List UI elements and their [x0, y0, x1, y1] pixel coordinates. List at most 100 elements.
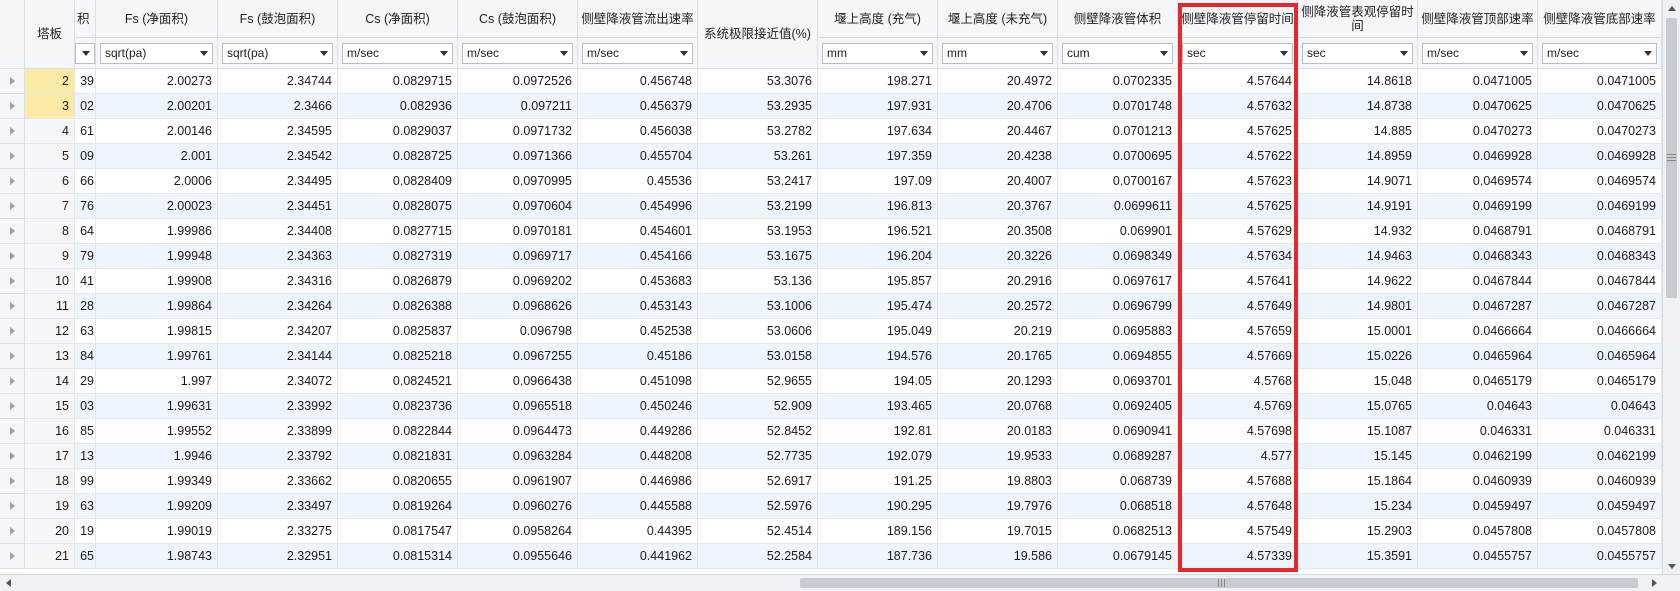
table-cell-c1[interactable]: 1.99986 [96, 219, 218, 244]
scroll-left-icon[interactable] [0, 575, 16, 591]
table-cell-c3[interactable]: 0.0828075 [338, 194, 458, 219]
tray-number-cell[interactable]: 18 [25, 469, 75, 494]
table-cell-c12[interactable]: 0.0470625 [1418, 94, 1538, 119]
unit-dropdown[interactable]: m/sec [1422, 42, 1533, 64]
scroll-up-icon[interactable] [1663, 0, 1680, 16]
column-header-c6[interactable]: 系统极限接近值(%) [698, 0, 818, 69]
table-cell-c1[interactable]: 1.99815 [96, 319, 218, 344]
table-cell-c0[interactable]: 76 [75, 194, 96, 219]
table-cell-c10[interactable]: 4.57623 [1178, 169, 1298, 194]
table-cell-c12[interactable]: 0.0462199 [1418, 444, 1538, 469]
table-cell-c4[interactable]: 0.0970181 [458, 219, 578, 244]
table-cell-c8[interactable]: 20.219 [938, 319, 1058, 344]
unit-dropdown[interactable]: m/sec [462, 42, 573, 64]
table-cell-c6[interactable]: 52.2584 [698, 544, 818, 569]
table-cell-c7[interactable]: 197.931 [818, 94, 938, 119]
table-cell-c8[interactable]: 20.4467 [938, 119, 1058, 144]
table-cell-c9[interactable]: 0.0693701 [1058, 369, 1178, 394]
tray-number-cell[interactable]: 15 [25, 394, 75, 419]
table-cell-c2[interactable]: 2.34144 [218, 344, 338, 369]
tray-number-cell[interactable]: 7 [25, 194, 75, 219]
table-cell-c3[interactable]: 0.0828409 [338, 169, 458, 194]
column-header-c5[interactable]: 侧壁降液管流出速率 [578, 0, 698, 38]
table-cell-c13[interactable]: 0.0469199 [1538, 194, 1662, 219]
table-cell-c3[interactable]: 0.0829037 [338, 119, 458, 144]
table-cell-c5[interactable]: 0.450246 [578, 394, 698, 419]
table-cell-c6[interactable]: 53.2199 [698, 194, 818, 219]
row-selector[interactable] [0, 469, 25, 494]
tray-number-cell[interactable]: 21 [25, 544, 75, 569]
table-cell-c5[interactable]: 0.45186 [578, 344, 698, 369]
column-header-c0[interactable]: 积 [75, 0, 96, 38]
table-cell-c6[interactable]: 52.9655 [698, 369, 818, 394]
table-cell-c0[interactable]: 64 [75, 219, 96, 244]
table-row[interactable]: 16 85 1.99552 2.33899 0.0822844 0.0964473 0.44… [0, 419, 1662, 444]
column-header-c12[interactable]: 侧壁降液管顶部速率 [1418, 0, 1538, 38]
table-cell-c12[interactable]: 0.0469574 [1418, 169, 1538, 194]
table-cell-c11[interactable]: 14.885 [1298, 119, 1418, 144]
table-row[interactable]: 14 29 1.997 2.34072 0.0824521 0.0966438 0.4510… [0, 369, 1662, 394]
table-cell-c13[interactable]: 0.0467844 [1538, 269, 1662, 294]
table-cell-c10[interactable]: 4.57634 [1178, 244, 1298, 269]
table-cell-c6[interactable]: 53.1006 [698, 294, 818, 319]
table-cell-c13[interactable]: 0.0462199 [1538, 444, 1662, 469]
row-selector[interactable] [0, 69, 25, 94]
column-header-c2[interactable]: Fs (鼓泡面积) [218, 0, 338, 38]
table-cell-c3[interactable]: 0.0815314 [338, 544, 458, 569]
table-cell-c8[interactable]: 20.3767 [938, 194, 1058, 219]
table-cell-c10[interactable]: 4.57698 [1178, 419, 1298, 444]
table-cell-c11[interactable]: 14.8738 [1298, 94, 1418, 119]
table-cell-c6[interactable]: 52.5976 [698, 494, 818, 519]
table-cell-c5[interactable]: 0.454996 [578, 194, 698, 219]
table-cell-c9[interactable]: 0.0697617 [1058, 269, 1178, 294]
horizontal-scrollbar[interactable] [0, 574, 1680, 591]
table-cell-c8[interactable]: 20.3226 [938, 244, 1058, 269]
tray-number-cell[interactable]: 5 [25, 144, 75, 169]
table-cell-c4[interactable]: 0.0955646 [458, 544, 578, 569]
table-cell-c1[interactable]: 1.99864 [96, 294, 218, 319]
table-cell-c10[interactable]: 4.57622 [1178, 144, 1298, 169]
table-cell-c2[interactable]: 2.34408 [218, 219, 338, 244]
column-header-tray[interactable]: 塔板 [25, 0, 75, 69]
table-cell-c1[interactable]: 1.99349 [96, 469, 218, 494]
table-cell-c4[interactable]: 0.0969202 [458, 269, 578, 294]
table-cell-c3[interactable]: 0.0821831 [338, 444, 458, 469]
table-cell-c5[interactable]: 0.454601 [578, 219, 698, 244]
table-cell-c2[interactable]: 2.34363 [218, 244, 338, 269]
row-selector[interactable] [0, 519, 25, 544]
table-cell-c10[interactable]: 4.577 [1178, 444, 1298, 469]
table-cell-c0[interactable]: 85 [75, 419, 96, 444]
table-cell-c13[interactable]: 0.0467287 [1538, 294, 1662, 319]
column-header-c8[interactable]: 堰上高度 (未充气) [938, 0, 1058, 38]
unit-dropdown[interactable]: m/sec [1542, 42, 1657, 64]
table-cell-c1[interactable]: 1.99761 [96, 344, 218, 369]
table-cell-c12[interactable]: 0.046331 [1418, 419, 1538, 444]
table-cell-c3[interactable]: 0.082936 [338, 94, 458, 119]
table-cell-c10[interactable]: 4.57625 [1178, 194, 1298, 219]
vertical-scrollbar[interactable] [1662, 0, 1680, 574]
tray-number-cell[interactable]: 11 [25, 294, 75, 319]
row-selector[interactable] [0, 394, 25, 419]
tray-number-cell[interactable]: 20 [25, 519, 75, 544]
table-cell-c9[interactable]: 0.0700695 [1058, 144, 1178, 169]
table-cell-c12[interactable]: 0.0469928 [1418, 144, 1538, 169]
table-cell-c9[interactable]: 0.0694855 [1058, 344, 1178, 369]
table-row[interactable]: 18 99 1.99349 2.33662 0.0820655 0.0961907 0.44… [0, 469, 1662, 494]
table-cell-c1[interactable]: 1.99552 [96, 419, 218, 444]
table-cell-c12[interactable]: 0.0455757 [1418, 544, 1538, 569]
tray-number-cell[interactable]: 12 [25, 319, 75, 344]
table-cell-c2[interactable]: 2.34451 [218, 194, 338, 219]
table-cell-c1[interactable]: 1.99019 [96, 519, 218, 544]
table-cell-c1[interactable]: 2.00273 [96, 69, 218, 94]
table-cell-c5[interactable]: 0.448208 [578, 444, 698, 469]
table-cell-c13[interactable]: 0.0471005 [1538, 69, 1662, 94]
table-cell-c12[interactable]: 0.0465179 [1418, 369, 1538, 394]
unit-dropdown[interactable]: sec [1182, 42, 1293, 64]
table-cell-c5[interactable]: 0.453683 [578, 269, 698, 294]
table-cell-c6[interactable]: 53.1675 [698, 244, 818, 269]
table-cell-c5[interactable]: 0.452538 [578, 319, 698, 344]
table-cell-c3[interactable]: 0.0828725 [338, 144, 458, 169]
table-cell-c1[interactable]: 2.00023 [96, 194, 218, 219]
table-cell-c4[interactable]: 0.0966438 [458, 369, 578, 394]
table-cell-c11[interactable]: 15.0765 [1298, 394, 1418, 419]
